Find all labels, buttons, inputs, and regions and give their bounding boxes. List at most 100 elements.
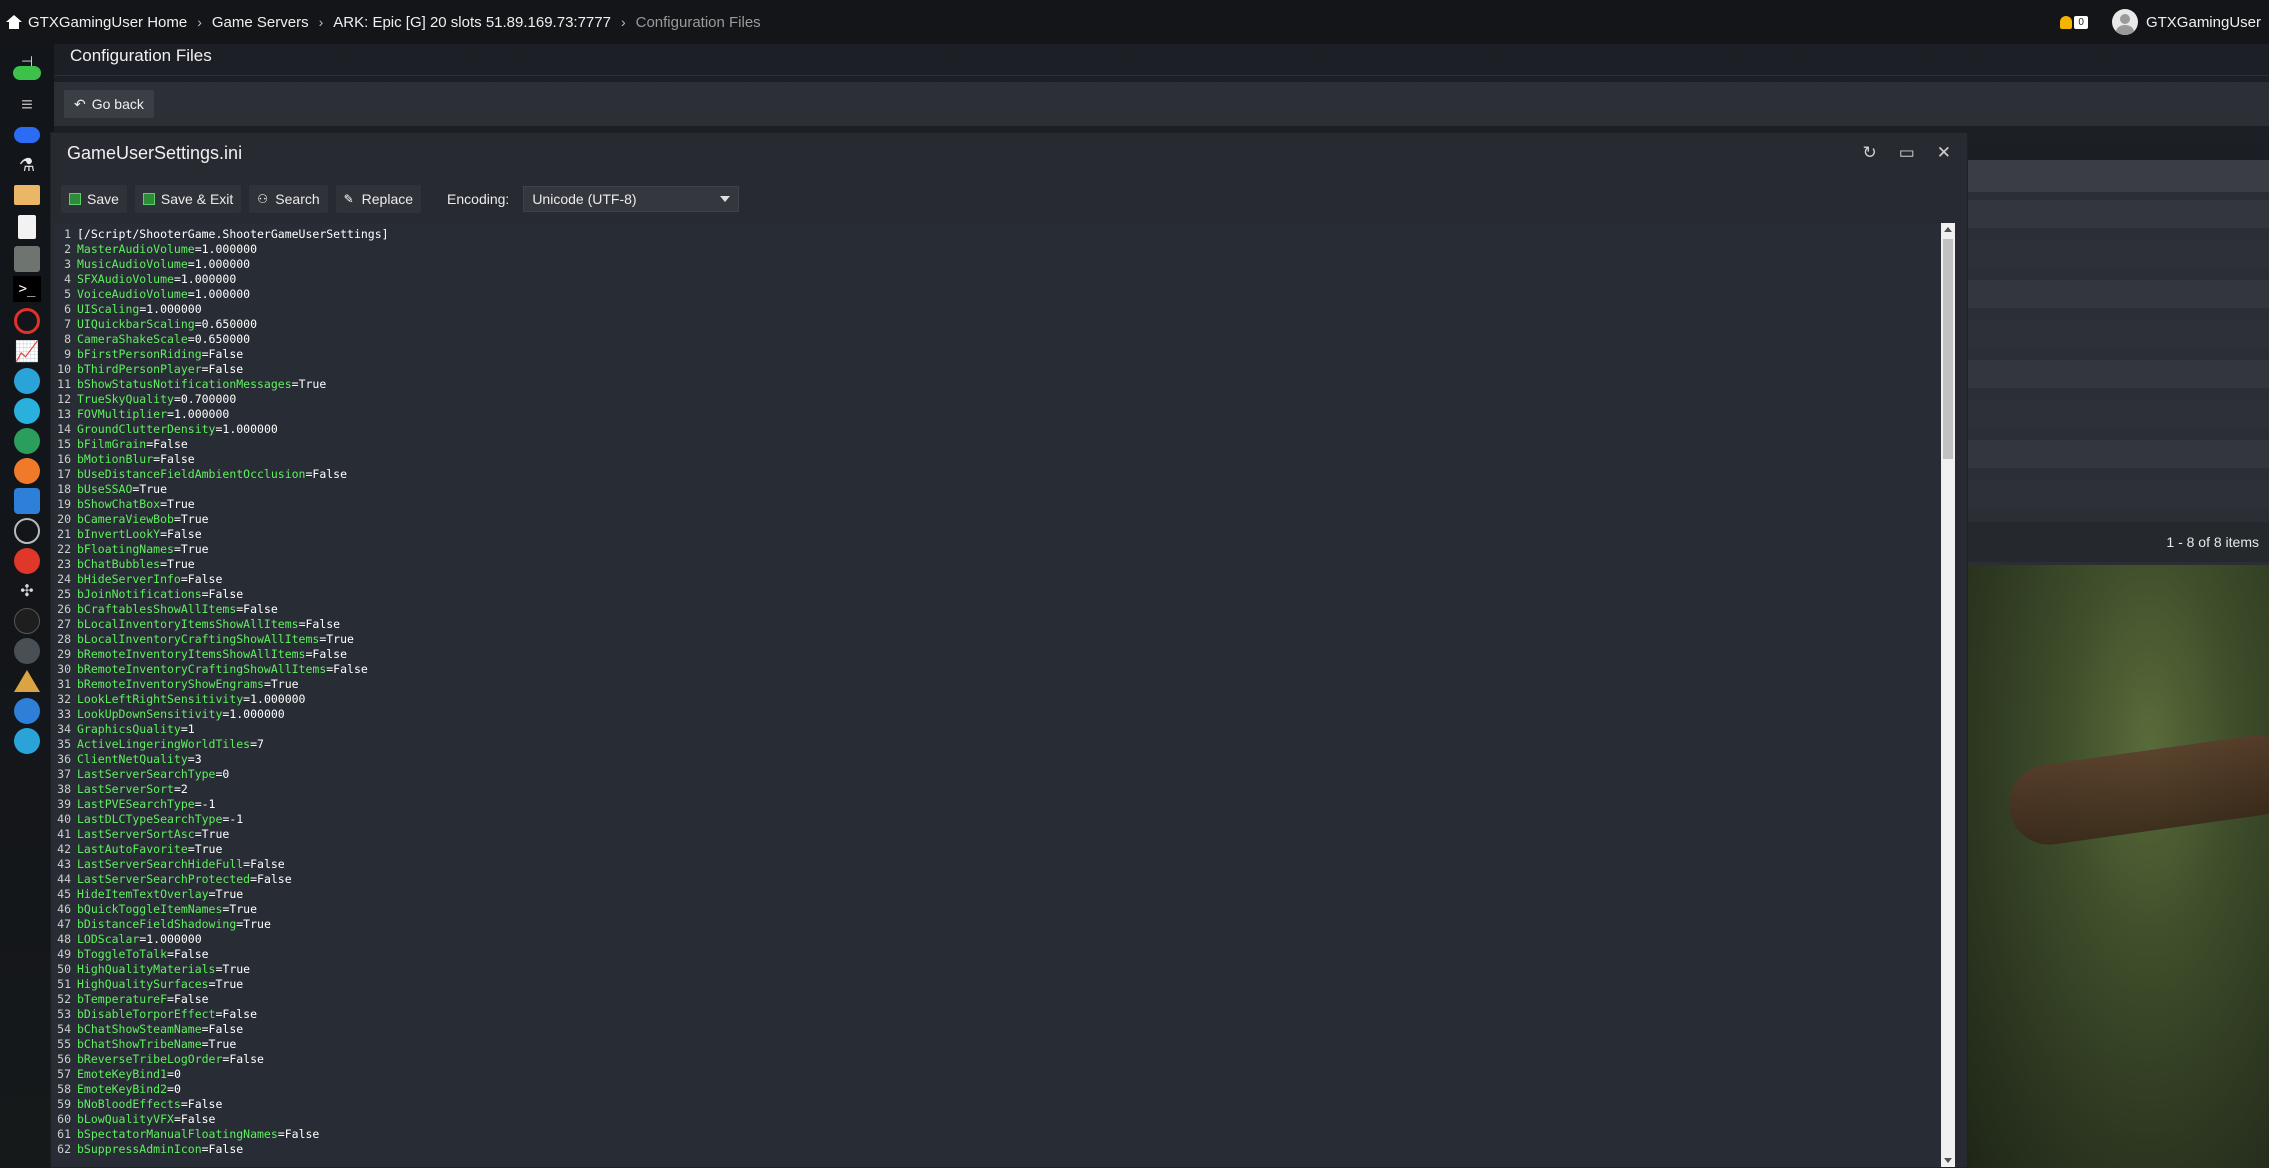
code-line[interactable]: 62 bSuppressAdminIcon =False — [55, 1142, 1955, 1157]
scroll-up-icon[interactable] — [1944, 227, 1952, 232]
code-line[interactable]: 45 HideItemTextOverlay =True — [55, 887, 1955, 902]
go-back-button[interactable]: ↶ Go back — [64, 90, 154, 118]
ark-icon[interactable] — [12, 636, 42, 666]
code-line[interactable]: 47 bDistanceFieldShadowing =True — [55, 917, 1955, 932]
search-button[interactable]: ⚇ Search — [249, 185, 328, 213]
avatar[interactable] — [2111, 9, 2138, 35]
code-line[interactable]: 53 bDisableTorporEffect =False — [55, 1007, 1955, 1022]
terminal-icon[interactable]: >_ — [12, 274, 42, 304]
code-line[interactable]: 39 LastPVESearchType =-1 — [55, 797, 1955, 812]
code-line[interactable]: 24 bHideServerInfo =False — [55, 572, 1955, 587]
code-line[interactable]: 3 MusicAudioVolume =1.000000 — [55, 257, 1955, 272]
code-line[interactable]: 49 bToggleToTalk =False — [55, 947, 1955, 962]
code-line[interactable]: 60 bLowQualityVFX =False — [55, 1112, 1955, 1127]
ark-survival-icon[interactable] — [12, 666, 42, 696]
app-icon-1[interactable] — [12, 366, 42, 396]
code-line[interactable]: 58 EmoteKeyBind2 =0 — [55, 1082, 1955, 1097]
app-icon-2[interactable] — [12, 396, 42, 426]
table-row[interactable] — [1968, 320, 2269, 348]
maximize-icon[interactable]: ▭ — [1899, 143, 1915, 163]
scroll-thumb[interactable] — [1943, 239, 1953, 459]
support-icon[interactable] — [12, 726, 42, 756]
map-icon[interactable] — [12, 516, 42, 546]
code-line[interactable]: 32 LookLeftRightSensitivity =1.000000 — [55, 692, 1955, 707]
code-line[interactable]: 19 bShowChatBox =True — [55, 497, 1955, 512]
app-icon-3[interactable] — [12, 426, 42, 456]
code-line[interactable]: 22 bFloatingNames =True — [55, 542, 1955, 557]
flask-icon[interactable]: ⚗ — [12, 150, 42, 180]
table-row[interactable] — [1968, 440, 2269, 468]
refresh-icon[interactable]: ↻ — [1862, 143, 1876, 163]
notifications-button[interactable]: 0 — [2060, 15, 2088, 29]
breadcrumb-home[interactable]: GTXGamingUser Home — [28, 14, 187, 31]
code-line[interactable]: 38 LastServerSort =2 — [55, 782, 1955, 797]
mod-icon-2[interactable] — [12, 606, 42, 636]
folder-icon[interactable] — [12, 180, 42, 210]
save-button[interactable]: Save — [61, 185, 127, 213]
sliders-icon[interactable]: ≡ — [12, 90, 42, 120]
encoding-select[interactable]: Unicode (UTF-8) — [523, 186, 740, 212]
code-line[interactable]: 23 bChatBubbles =True — [55, 557, 1955, 572]
code-line[interactable]: 36 ClientNetQuality =3 — [55, 752, 1955, 767]
code-line[interactable]: 56 bReverseTribeLogOrder =False — [55, 1052, 1955, 1067]
code-line[interactable]: 46 bQuickToggleItemNames =True — [55, 902, 1955, 917]
code-line[interactable]: 18 bUseSSAO =True — [55, 482, 1955, 497]
gamepad-icon[interactable] — [12, 58, 42, 88]
code-line[interactable]: 13 FOVMultiplier =1.000000 — [55, 407, 1955, 422]
code-line[interactable]: 29 bRemoteInventoryItemsShowAllItems =Fals… — [55, 647, 1955, 662]
code-line[interactable]: 2 MasterAudioVolume =1.000000 — [55, 242, 1955, 257]
code-line[interactable]: 16 bMotionBlur =False — [55, 452, 1955, 467]
replace-button[interactable]: ✎ Replace — [335, 185, 422, 213]
table-row[interactable] — [1968, 480, 2269, 508]
save-exit-button[interactable]: Save & Exit — [134, 185, 242, 213]
code-line[interactable]: 6 UIScaling =1.000000 — [55, 302, 1955, 317]
code-line[interactable]: 26 bCraftablesShowAllItems =False — [55, 602, 1955, 617]
home-icon[interactable] — [6, 15, 22, 29]
code-line[interactable]: 33 LookUpDownSensitivity =1.000000 — [55, 707, 1955, 722]
code-line[interactable]: 8 CameraShakeScale =0.650000 — [55, 332, 1955, 347]
document-icon[interactable] — [12, 486, 42, 516]
editor-scrollbar[interactable] — [1941, 223, 1955, 1167]
clock-icon[interactable] — [12, 306, 42, 336]
table-row[interactable] — [1968, 400, 2269, 428]
code-line[interactable]: 27 bLocalInventoryItemsShowAllItems =False — [55, 617, 1955, 632]
code-line[interactable]: 40 LastDLCTypeSearchType =-1 — [55, 812, 1955, 827]
code-line[interactable]: 34 GraphicsQuality =1 — [55, 722, 1955, 737]
code-line[interactable]: 54 bChatShowSteamName =False — [55, 1022, 1955, 1037]
table-row[interactable] — [1968, 240, 2269, 268]
code-line[interactable]: 21 bInvertLookY =False — [55, 527, 1955, 542]
table-row[interactable] — [1968, 360, 2269, 388]
code-line[interactable]: 55 bChatShowTribeName =True — [55, 1037, 1955, 1052]
code-line[interactable]: 48 LODScalar =1.000000 — [55, 932, 1955, 947]
cloud-download-icon[interactable] — [12, 120, 42, 150]
code-line[interactable]: 28 bLocalInventoryCraftingShowAllItems =Tr… — [55, 632, 1955, 647]
code-line[interactable]: 31 bRemoteInventoryShowEngrams =True — [55, 677, 1955, 692]
code-line[interactable]: 10 bThirdPersonPlayer =False — [55, 362, 1955, 377]
code-line[interactable]: 35 ActiveLingeringWorldTiles =7 — [55, 737, 1955, 752]
code-line[interactable]: 11 bShowStatusNotificationMessages =True — [55, 377, 1955, 392]
code-line[interactable]: 5 VoiceAudioVolume =1.000000 — [55, 287, 1955, 302]
code-line[interactable]: 25 bJoinNotifications =False — [55, 587, 1955, 602]
code-line[interactable]: 30 bRemoteInventoryCraftingShowAllItems =F… — [55, 662, 1955, 677]
breadcrumb-server[interactable]: ARK: Epic [G] 20 slots 51.89.169.73:7777 — [333, 14, 611, 31]
table-row[interactable] — [1968, 280, 2269, 308]
code-line[interactable]: 44 LastServerSearchProtected =False — [55, 872, 1955, 887]
code-line[interactable]: 41 LastServerSortAsc =True — [55, 827, 1955, 842]
code-line[interactable]: 4 SFXAudioVolume =1.000000 — [55, 272, 1955, 287]
username[interactable]: GTXGamingUser — [2146, 14, 2261, 31]
code-line[interactable]: 15 bFilmGrain =False — [55, 437, 1955, 452]
close-icon[interactable]: ✕ — [1937, 143, 1951, 163]
code-line[interactable]: 51 HighQualitySurfaces =True — [55, 977, 1955, 992]
code-line[interactable]: 1 [/Script/ShooterGame.ShooterGameUserSet… — [55, 227, 1955, 242]
app-icon-5[interactable] — [12, 546, 42, 576]
code-line[interactable]: 42 LastAutoFavorite =True — [55, 842, 1955, 857]
code-line[interactable]: 14 GroundClutterDensity =1.000000 — [55, 422, 1955, 437]
code-line[interactable]: 12 TrueSkyQuality =0.700000 — [55, 392, 1955, 407]
code-line[interactable]: 61 bSpectatorManualFloatingNames =False — [55, 1127, 1955, 1142]
code-line[interactable]: 7 UIQuickbarScaling =0.650000 — [55, 317, 1955, 332]
code-line[interactable]: 17 bUseDistanceFieldAmbientOcclusion =Fals… — [55, 467, 1955, 482]
file-chart-icon[interactable] — [12, 212, 42, 242]
chart-line-icon[interactable]: 📈 — [12, 336, 42, 366]
code-editor[interactable]: 1 [/Script/ShooterGame.ShooterGameUserSet… — [53, 223, 1955, 1167]
code-line[interactable]: 9 bFirstPersonRiding =False — [55, 347, 1955, 362]
